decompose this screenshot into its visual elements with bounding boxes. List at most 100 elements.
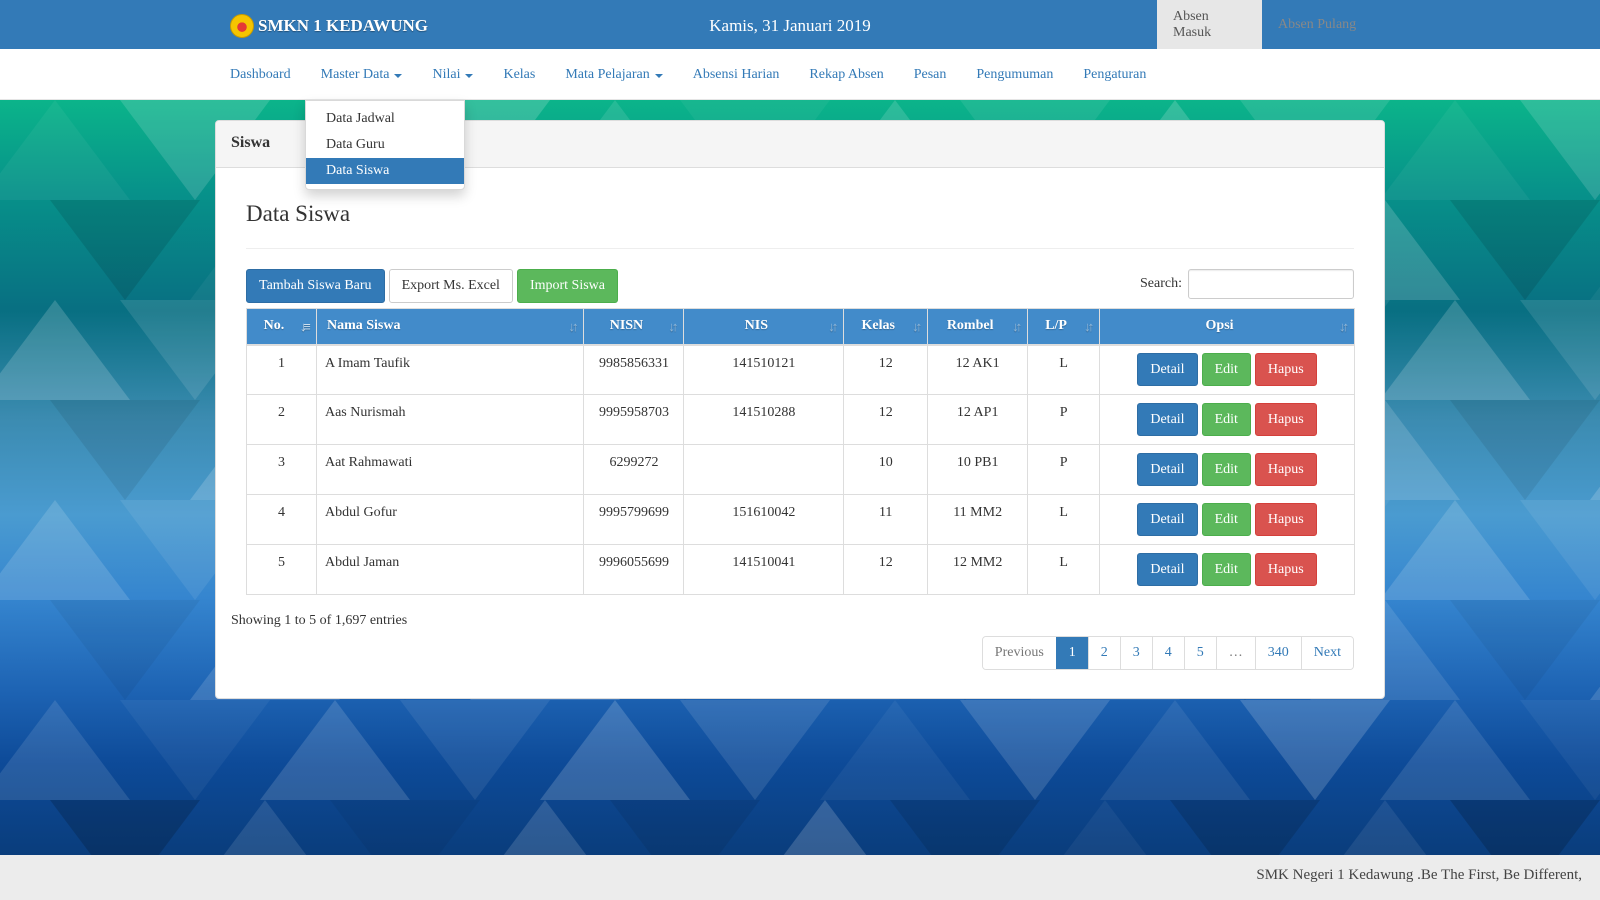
sort-both-icon: ↓↑	[912, 319, 922, 334]
page-button-3[interactable]: 3	[1119, 637, 1152, 669]
edit-button[interactable]: Edit	[1201, 403, 1251, 436]
column-header-no[interactable]: No. ↓≡	[246, 308, 317, 346]
cell-nisn: 6299272	[583, 444, 685, 495]
toolbar: Tambah Siswa Baru Export Ms. Excel Impor…	[246, 269, 618, 303]
row-actions: Detail Edit Hapus	[1108, 553, 1346, 586]
import-student-button[interactable]: Import Siswa	[516, 269, 618, 303]
page-button-340[interactable]: 340	[1254, 637, 1301, 669]
cell-nisn: 9985856331	[583, 344, 685, 395]
cell-opsi: Detail Edit Hapus	[1099, 444, 1355, 495]
column-header-l-p[interactable]: L/P ↓↑	[1027, 308, 1101, 346]
pagination-ellipsis[interactable]: …	[1215, 637, 1255, 669]
row-actions: Detail Edit Hapus	[1108, 403, 1346, 436]
row-actions: Detail Edit Hapus	[1108, 503, 1346, 536]
background-triangle	[1590, 800, 1600, 855]
page-button-4[interactable]: 4	[1151, 637, 1184, 669]
background-triangle	[1380, 100, 1530, 200]
detail-button[interactable]: Detail	[1137, 503, 1198, 536]
next-page-button[interactable]: Next	[1300, 637, 1353, 669]
sort-both-icon: ↓↑	[668, 319, 678, 334]
nav-item-label: Nilai	[432, 66, 461, 82]
page-button-1[interactable]: 1	[1055, 637, 1088, 669]
nav-item-rekap-absen[interactable]: Rekap Absen	[794, 67, 898, 83]
background-triangle	[470, 800, 620, 855]
column-header-nisn[interactable]: NISN ↓↑	[583, 308, 685, 346]
edit-button[interactable]: Edit	[1201, 453, 1251, 486]
delete-button[interactable]: Hapus	[1254, 403, 1317, 436]
dropdown-item-data-guru[interactable]: Data Guru	[306, 132, 464, 158]
background-triangle	[50, 800, 200, 855]
cell-lp: L	[1027, 494, 1101, 545]
absen-pulang-button[interactable]: Absen Pulang	[1262, 0, 1372, 49]
page-title: Data Siswa	[246, 201, 351, 226]
cell-lp: L	[1027, 544, 1101, 595]
dropdown-item-data-jadwal[interactable]: Data Jadwal	[306, 106, 464, 132]
absen-masuk-button[interactable]: Absen Masuk	[1157, 0, 1262, 49]
pagination: Previous 1 2 3 4 5… 340 Next	[981, 636, 1354, 670]
detail-button[interactable]: Detail	[1137, 553, 1198, 586]
column-header-kelas[interactable]: Kelas ↓↑	[843, 308, 929, 346]
nav-item-mata-pelajaran[interactable]: Mata Pelajaran	[550, 67, 677, 83]
page-button-2[interactable]: 2	[1087, 637, 1120, 669]
footer: SMK Negeri 1 Kedawung .Be The First, Be …	[0, 855, 1600, 900]
cell-lp: P	[1027, 394, 1101, 445]
column-header-nis[interactable]: NIS ↓↑	[683, 308, 845, 346]
previous-page-button[interactable]: Previous	[982, 637, 1056, 669]
search-label: Search:	[1140, 276, 1182, 291]
delete-button[interactable]: Hapus	[1254, 503, 1317, 536]
nav-item-master-data[interactable]: Master Data	[306, 67, 418, 83]
dropdown-item-data-siswa[interactable]: Data Siswa	[306, 158, 464, 184]
background-triangle	[330, 800, 480, 855]
cell-nama: A Imam Taufik	[315, 344, 585, 395]
export-excel-button[interactable]: Export Ms. Excel	[388, 269, 513, 303]
nav-item-pesan[interactable]: Pesan	[899, 67, 962, 83]
table-row: 1A Imam Taufik 9985856331 141510121 12 12 AK…	[246, 344, 1355, 395]
column-header-nama-siswa[interactable]: Nama Siswa ↓↑	[315, 308, 585, 346]
column-header-label: L/P	[1045, 318, 1067, 334]
detail-button[interactable]: Detail	[1137, 403, 1198, 436]
background-triangle	[190, 800, 340, 855]
edit-button[interactable]: Edit	[1201, 503, 1251, 536]
delete-button[interactable]: Hapus	[1254, 353, 1317, 387]
edit-button[interactable]: Edit	[1201, 353, 1251, 387]
cell-kelas: 12	[843, 344, 929, 395]
delete-button[interactable]: Hapus	[1254, 453, 1317, 486]
nav-item-kelas[interactable]: Kelas	[488, 67, 550, 83]
detail-button[interactable]: Detail	[1137, 453, 1198, 486]
background-triangle	[1450, 200, 1600, 300]
background-triangle	[1170, 800, 1320, 855]
nav-item-dashboard[interactable]: Dashboard	[215, 67, 306, 83]
cell-nama: Aas Nurismah	[315, 394, 585, 445]
background-triangle	[960, 700, 1110, 800]
background-triangle	[890, 800, 1040, 855]
cell-rombel: 12 AP1	[927, 394, 1029, 445]
add-student-button[interactable]: Tambah Siswa Baru	[246, 269, 385, 303]
nav-item-nilai[interactable]: Nilai	[417, 67, 488, 83]
background-triangle	[1310, 800, 1460, 855]
column-header-rombel[interactable]: Rombel ↓↑	[927, 308, 1029, 346]
delete-button[interactable]: Hapus	[1254, 553, 1317, 586]
sort-both-icon: ↓↑	[1339, 319, 1349, 334]
cell-rombel: 10 PB1	[927, 444, 1029, 495]
cell-lp: L	[1027, 344, 1101, 395]
cell-kelas: 11	[843, 494, 929, 545]
sort-both-icon: ↓↑	[828, 319, 838, 334]
cell-rombel: 12 MM2	[927, 544, 1029, 595]
detail-button[interactable]: Detail	[1137, 353, 1198, 387]
cell-nis: 141510041	[683, 544, 845, 595]
page-button-5[interactable]: 5	[1183, 637, 1216, 669]
search-input[interactable]	[1188, 269, 1354, 299]
nav-item-pengumuman[interactable]: Pengumuman	[961, 67, 1068, 83]
search-box: Search:	[1140, 269, 1354, 299]
background-triangle	[1520, 300, 1600, 400]
sort-ascending-icon: ↓≡	[300, 319, 311, 334]
cell-nisn: 9995799699	[583, 494, 685, 545]
background-triangle	[540, 700, 690, 800]
edit-button[interactable]: Edit	[1201, 553, 1251, 586]
nav-item-absensi-harian[interactable]: Absensi Harian	[678, 67, 795, 83]
caret-down-icon	[394, 73, 403, 78]
nav-item-pengaturan[interactable]: Pengaturan	[1068, 67, 1161, 83]
nav-item-label: Pengumuman	[976, 66, 1054, 82]
column-header-opsi[interactable]: Opsi ↓↑	[1099, 308, 1355, 346]
table-info: Showing 1 to 5 of 1,697 entries	[231, 613, 408, 628]
